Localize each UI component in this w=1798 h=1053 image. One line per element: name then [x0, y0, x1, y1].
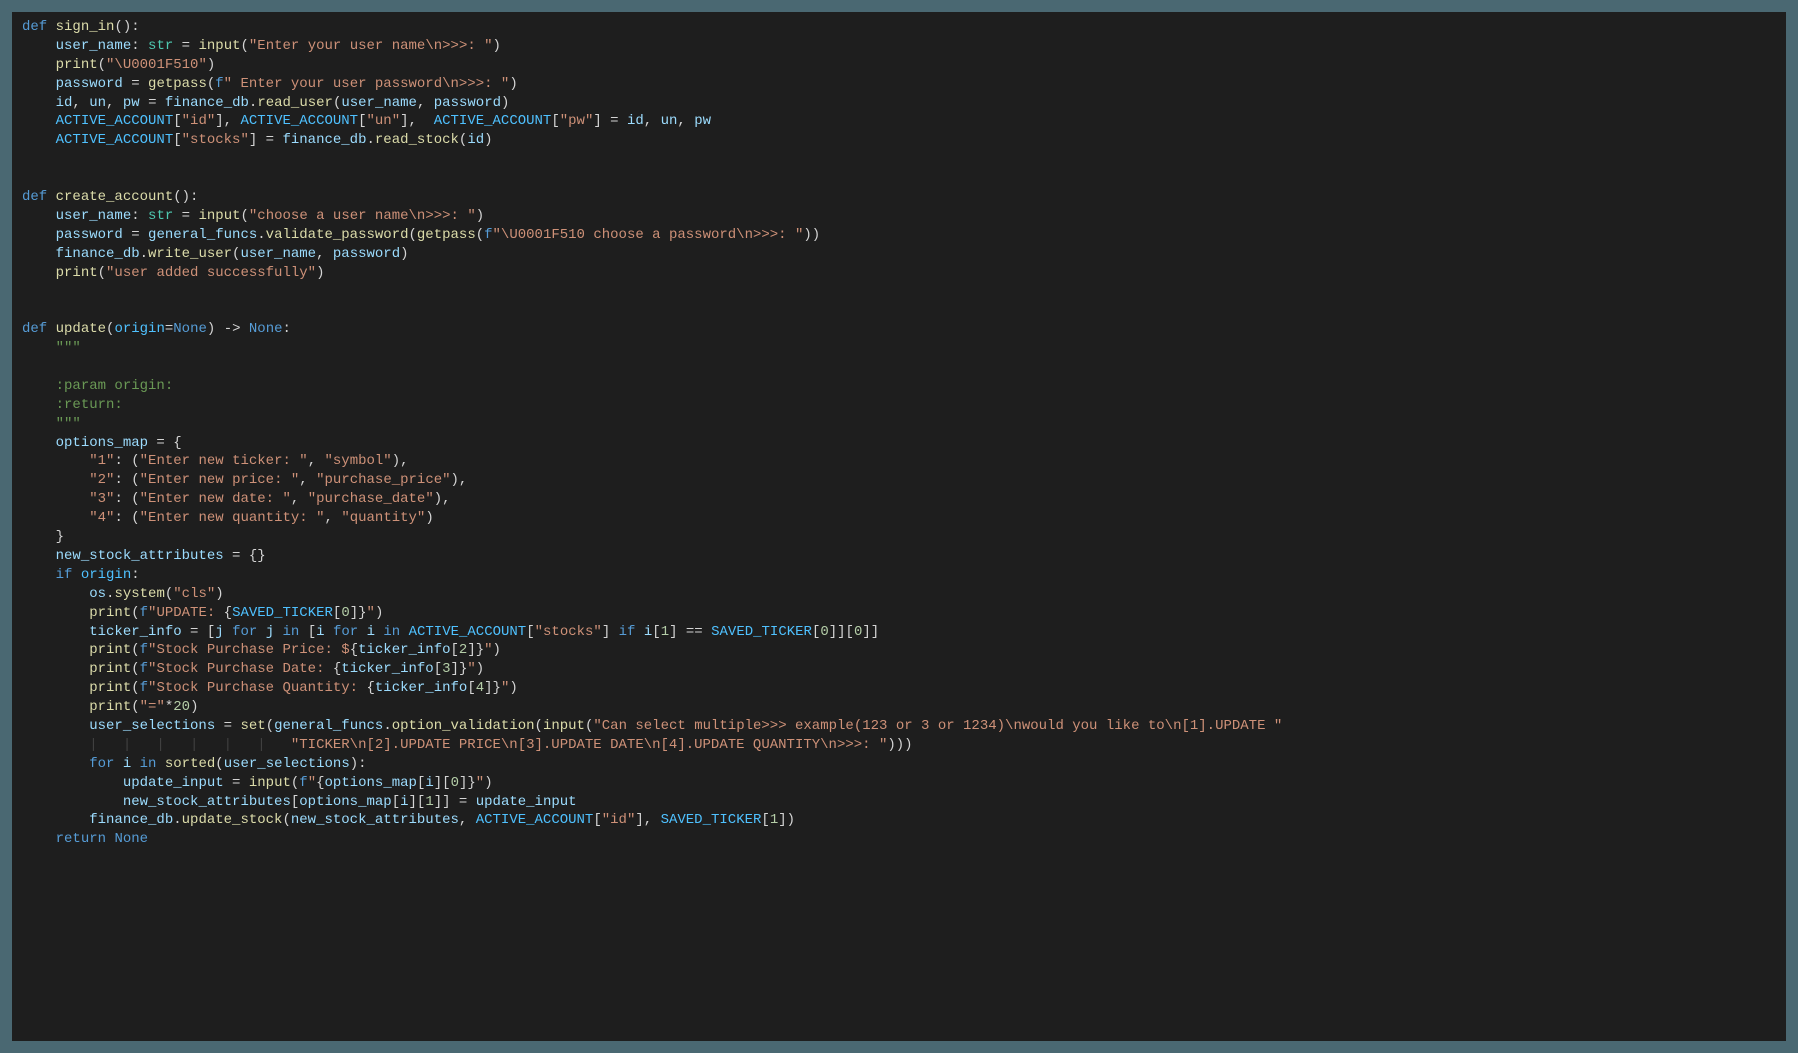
docstring-open: """	[56, 340, 81, 356]
docstring-close: """	[56, 416, 81, 432]
code-editor[interactable]: def sign_in(): user_name: str = input("E…	[12, 12, 1786, 1041]
indent-guide: | | | | | |	[89, 737, 291, 753]
function-name: update	[56, 321, 106, 337]
keyword-def: def	[22, 19, 47, 35]
function-name: sign_in	[56, 19, 115, 35]
code-block: def sign_in(): user_name: str = input("E…	[22, 18, 1776, 849]
keyword-def: def	[22, 321, 47, 337]
function-name: create_account	[56, 189, 174, 205]
keyword-def: def	[22, 189, 47, 205]
